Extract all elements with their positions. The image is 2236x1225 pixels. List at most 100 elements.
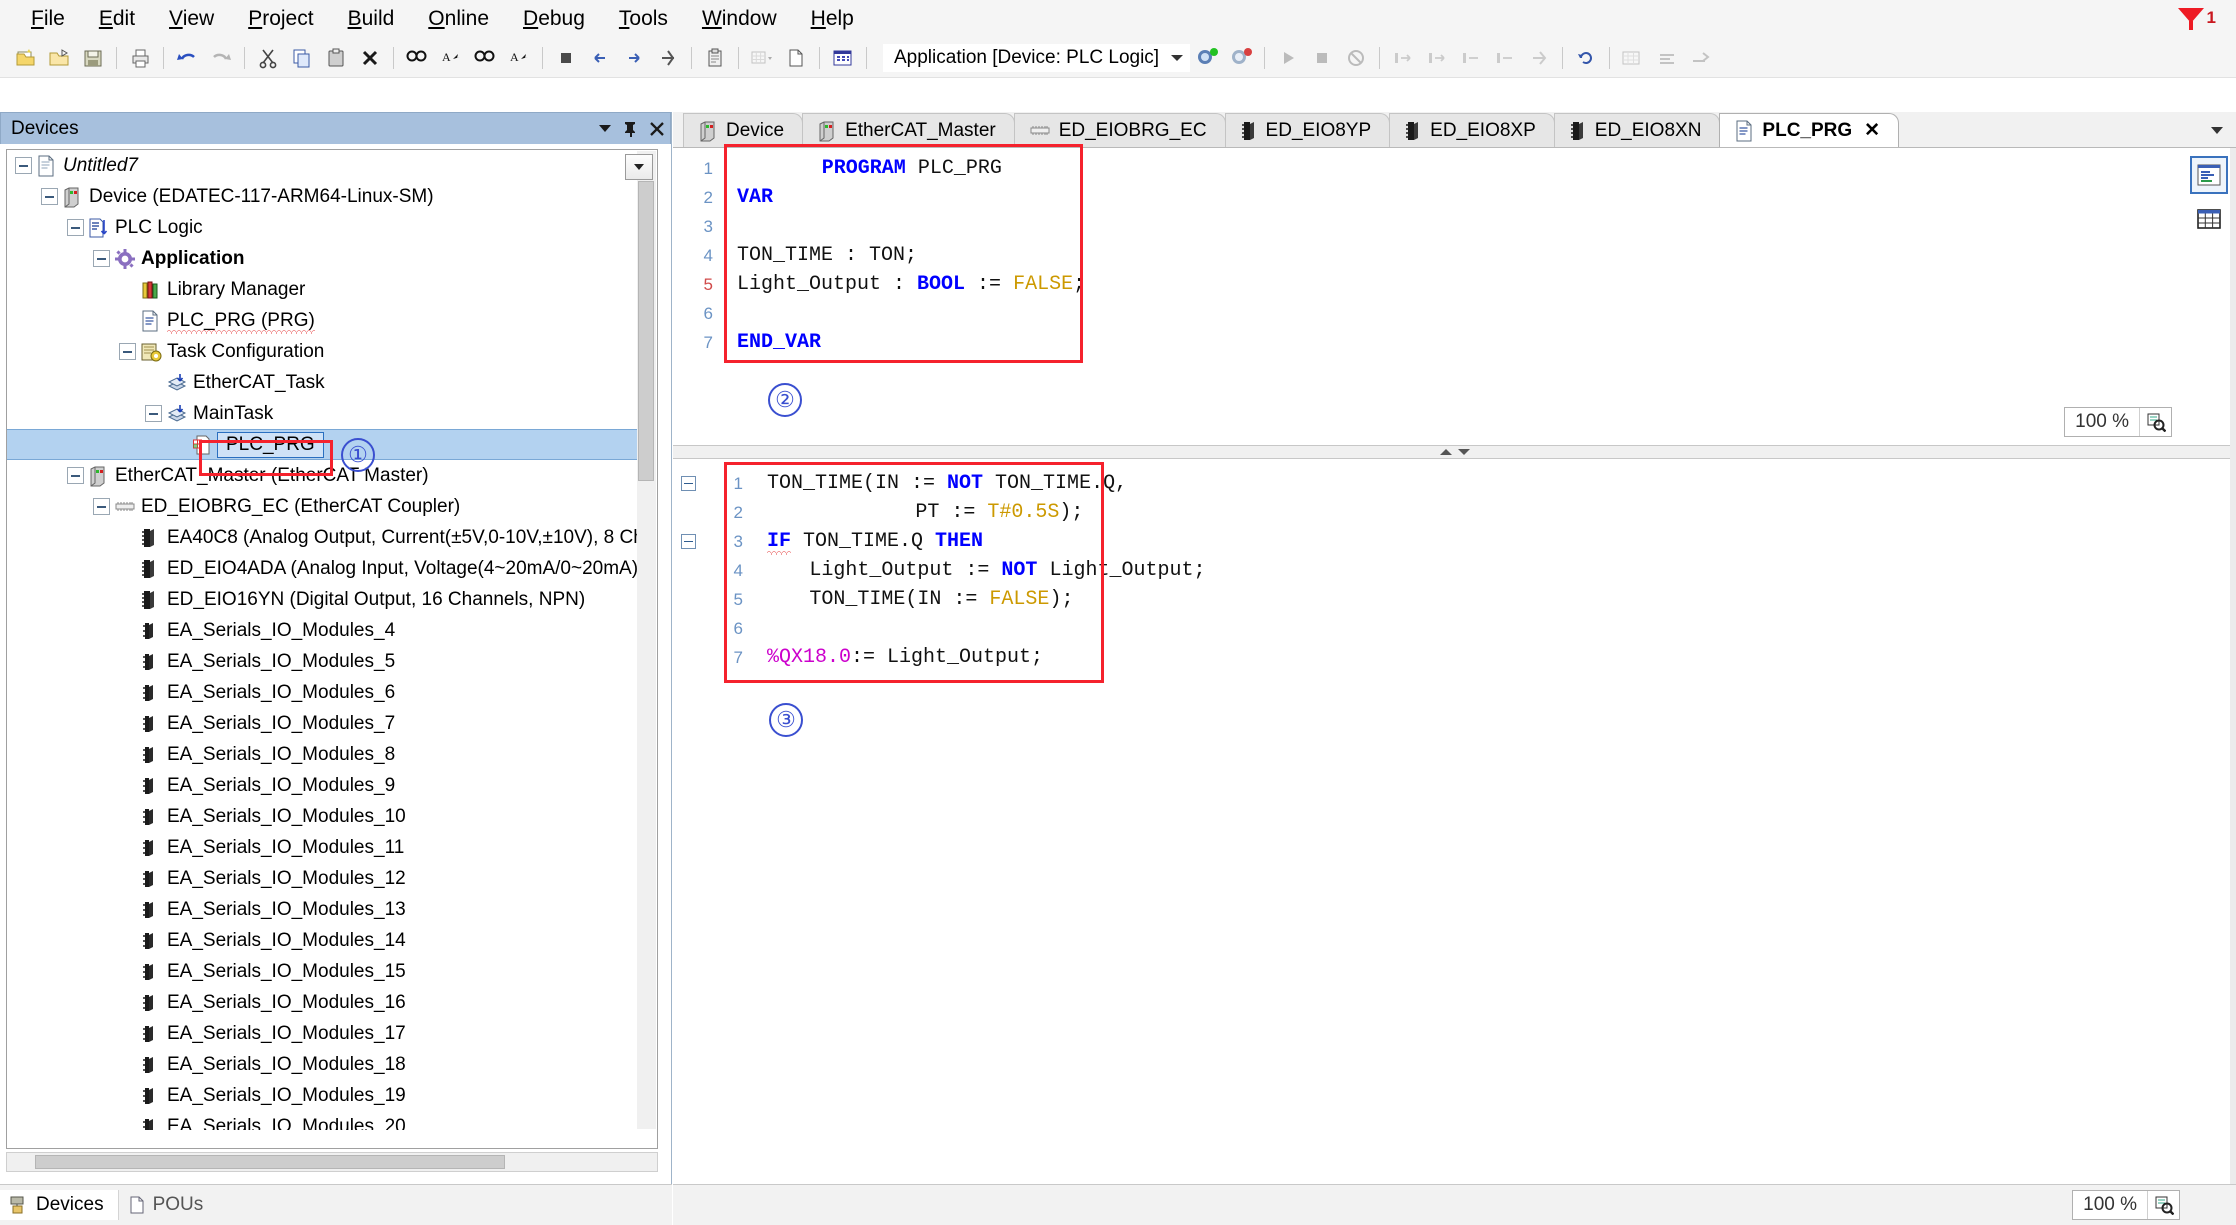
tree-horizontal-scrollbar[interactable] [6, 1152, 658, 1172]
tree-node[interactable]: Untitled7 [7, 150, 639, 181]
panel-dropdown-icon[interactable] [592, 116, 618, 142]
tree-node[interactable]: EA_Serials_IO_Modules_16 [7, 987, 639, 1018]
code-line[interactable]: 1TON_TIME(IN := NOT TON_TIME.Q, [673, 469, 2236, 498]
tree-node[interactable]: EtherCAT_Task [7, 367, 639, 398]
code-line[interactable]: 6 [673, 614, 2236, 643]
tree-node[interactable]: EtherCAT_Master (EtherCAT Master) [7, 460, 639, 491]
build-icon[interactable] [828, 44, 858, 72]
editor-tab-ed-eio8xp[interactable]: ED_EIO8XP [1389, 113, 1555, 147]
tree-node[interactable]: EA_Serials_IO_Modules_19 [7, 1080, 639, 1111]
declaration-zoom-control[interactable]: 100 % [2064, 407, 2172, 437]
code-line[interactable]: 1PROGRAM PLC_PRG [673, 154, 2236, 183]
implementation-code[interactable]: 1TON_TIME(IN := NOT TON_TIME.Q,2PT := T#… [673, 461, 2236, 672]
bottom-tab-devices[interactable]: Devices [0, 1190, 118, 1220]
step-out-debug-icon[interactable] [1456, 44, 1486, 72]
tree-node[interactable]: Task Configuration [7, 336, 639, 367]
tabular-view-button[interactable] [2190, 200, 2228, 238]
close-icon[interactable] [644, 116, 670, 142]
editor-tab-ed-eiobrg-ec[interactable]: ED_EIOBRG_EC [1014, 113, 1226, 147]
editor-vertical-scrollbar[interactable] [2230, 148, 2236, 1184]
single-cycle-icon[interactable] [1524, 44, 1554, 72]
menu-online[interactable]: Online [411, 3, 506, 35]
fold-collapse-icon[interactable] [673, 534, 703, 549]
status-zoom-magnifier-icon[interactable] [2147, 1191, 2179, 1219]
code-line[interactable]: 4Light_Output := NOT Light_Output; [673, 556, 2236, 585]
code-line[interactable]: 4TON_TIME : TON; [673, 241, 2236, 270]
step-out-icon[interactable] [653, 44, 683, 72]
code-line[interactable]: 7END_VAR [673, 328, 2236, 357]
new-project-icon[interactable] [10, 44, 40, 72]
tree-node[interactable]: EA_Serials_IO_Modules_4 [7, 615, 639, 646]
tree-node[interactable]: EA_Serials_IO_Modules_11 [7, 832, 639, 863]
tree-node-selected[interactable]: PLC_PRG [7, 429, 639, 460]
redo-icon[interactable] [206, 44, 236, 72]
replace-icon[interactable]: A [504, 44, 534, 72]
tree-node[interactable]: EA_Serials_IO_Modules_10 [7, 801, 639, 832]
code-line[interactable]: 2VAR [673, 183, 2236, 212]
copy-icon[interactable] [287, 44, 317, 72]
declaration-pane[interactable]: 1PROGRAM PLC_PRG2VAR34TON_TIME : TON;5Li… [673, 148, 2236, 443]
devices-tree[interactable]: Untitled7Device (EDATEC-117-ARM64-Linux-… [7, 150, 639, 1130]
tree-node[interactable]: EA_Serials_IO_Modules_14 [7, 925, 639, 956]
undo-icon[interactable] [172, 44, 202, 72]
scrollbar-thumb-h[interactable] [35, 1155, 505, 1169]
tree-node[interactable]: Application [7, 243, 639, 274]
force-values-icon[interactable] [1652, 44, 1682, 72]
clipboard-icon[interactable] [700, 44, 730, 72]
grid-icon[interactable] [747, 44, 777, 72]
scrollbar-thumb[interactable] [638, 181, 654, 481]
new-doc-icon[interactable] [781, 44, 811, 72]
menu-edit[interactable]: Edit [82, 3, 152, 35]
menu-window[interactable]: Window [685, 3, 794, 35]
unforce-values-icon[interactable] [1686, 44, 1716, 72]
tree-node[interactable]: EA_Serials_IO_Modules_20 [7, 1111, 639, 1130]
menu-project[interactable]: Project [231, 3, 330, 35]
tree-node[interactable]: EA_Serials_IO_Modules_8 [7, 739, 639, 770]
tree-node[interactable]: Library Manager [7, 274, 639, 305]
tree-expander-collapse[interactable] [119, 343, 136, 360]
paste-icon[interactable] [321, 44, 351, 72]
save-icon[interactable] [78, 44, 108, 72]
tree-node[interactable]: EA_Serials_IO_Modules_5 [7, 646, 639, 677]
tree-expander-collapse[interactable] [93, 250, 110, 267]
code-line[interactable]: 2PT := T#0.5S); [673, 498, 2236, 527]
tree-node[interactable]: MainTask [7, 398, 639, 429]
tree-node[interactable]: EA_Serials_IO_Modules_13 [7, 894, 639, 925]
tree-node[interactable]: EA_Serials_IO_Modules_9 [7, 770, 639, 801]
tree-node[interactable]: EA_Serials_IO_Modules_18 [7, 1049, 639, 1080]
tree-node[interactable]: Device (EDATEC-117-ARM64-Linux-SM) [7, 181, 639, 212]
tree-node[interactable]: ED_EIOBRG_EC (EtherCAT Coupler) [7, 491, 639, 522]
stop-run-icon[interactable] [1307, 44, 1337, 72]
tree-expander-collapse[interactable] [67, 219, 84, 236]
write-values-icon[interactable] [1618, 44, 1648, 72]
tree-filter-dropdown-button[interactable] [625, 154, 653, 180]
status-zoom-control[interactable]: 100 % [2072, 1190, 2180, 1220]
step-in-debug-icon[interactable] [1388, 44, 1418, 72]
step-return-icon[interactable] [1490, 44, 1520, 72]
tree-node[interactable]: EA40C8 (Analog Output, Current(±5V,0-10V… [7, 522, 639, 553]
tree-node[interactable]: EA_Serials_IO_Modules_7 [7, 708, 639, 739]
menu-view[interactable]: View [152, 3, 231, 35]
print-icon[interactable] [125, 44, 155, 72]
menu-debug[interactable]: Debug [506, 3, 602, 35]
fold-collapse-icon[interactable] [673, 476, 703, 491]
tree-vertical-scrollbar[interactable] [637, 151, 656, 1129]
application-selector[interactable]: Application [Device: PLC Logic] [883, 44, 1190, 72]
tree-node[interactable]: EA_Serials_IO_Modules_17 [7, 1018, 639, 1049]
tree-node[interactable]: ED_EIO4ADA (Analog Input, Voltage(4~20mA… [7, 553, 639, 584]
tree-node[interactable]: EA_Serials_IO_Modules_12 [7, 863, 639, 894]
code-line[interactable]: 7%QX18.0:= Light_Output; [673, 643, 2236, 672]
menu-tools[interactable]: Tools [602, 3, 685, 35]
splitter-down-arrow[interactable] [1458, 449, 1470, 455]
step-over-debug-icon[interactable] [1422, 44, 1452, 72]
stop-icon[interactable] [551, 44, 581, 72]
no-entry-icon[interactable] [1341, 44, 1371, 72]
editor-tab-ed-eio8yp[interactable]: ED_EIO8YP [1225, 113, 1391, 147]
menu-help[interactable]: Help [794, 3, 871, 35]
logout-icon[interactable] [1226, 44, 1256, 72]
pin-icon[interactable] [618, 116, 644, 142]
cut-icon[interactable] [253, 44, 283, 72]
tree-expander-collapse[interactable] [145, 405, 162, 422]
tree-node[interactable]: PLC Logic [7, 212, 639, 243]
open-project-icon[interactable] [44, 44, 74, 72]
